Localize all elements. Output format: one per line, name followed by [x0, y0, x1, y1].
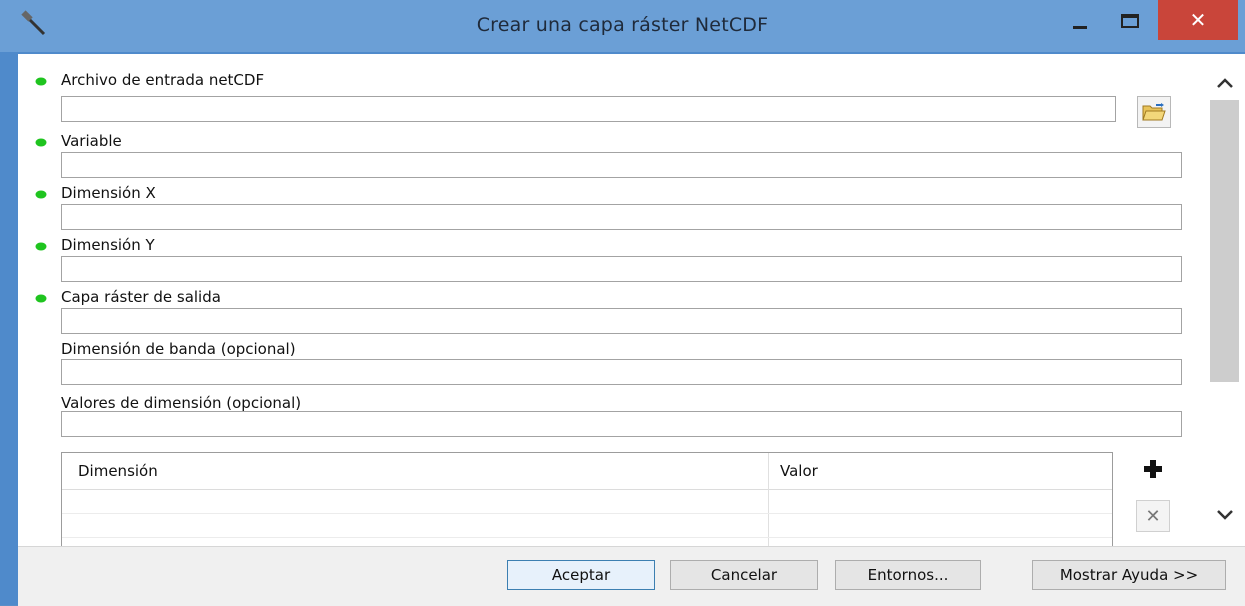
- table-row[interactable]: [62, 513, 1112, 514]
- close-icon: ✕: [1189, 8, 1207, 32]
- vertical-scrollbar[interactable]: [1203, 54, 1245, 546]
- dimension-values-field[interactable]: [61, 411, 1182, 437]
- scrollbar-thumb[interactable]: [1210, 100, 1239, 382]
- dialog-footer: Aceptar Cancelar Entornos... Mostrar Ayu…: [18, 546, 1245, 606]
- close-button[interactable]: ✕: [1158, 0, 1238, 40]
- show-help-button[interactable]: Mostrar Ayuda >>: [1032, 560, 1226, 590]
- dialog-client: Archivo de entrada netCDF Variable Dimen…: [18, 54, 1245, 606]
- green-dot-icon: [35, 190, 47, 199]
- dimension-x-field[interactable]: [61, 204, 1182, 230]
- band-dimension-field[interactable]: [61, 359, 1182, 385]
- ok-button[interactable]: Aceptar: [507, 560, 655, 590]
- green-dot-icon: [35, 138, 47, 147]
- green-dot-icon: [35, 77, 47, 86]
- label-dimension-x: Dimensión X: [61, 184, 156, 202]
- minimize-button[interactable]: [1058, 6, 1102, 40]
- label-band-dimension: Dimensión de banda (opcional): [61, 340, 296, 358]
- folder-open-icon: [1142, 103, 1166, 121]
- label-dimension-values: Valores de dimensión (opcional): [61, 394, 302, 412]
- variable-field[interactable]: [61, 152, 1182, 178]
- label-input-netcdf: Archivo de entrada netCDF: [61, 71, 265, 89]
- input-netcdf-field[interactable]: [61, 96, 1116, 122]
- x-icon: ✕: [1145, 505, 1161, 527]
- cancel-button[interactable]: Cancelar: [670, 560, 818, 590]
- remove-row-button[interactable]: ✕: [1136, 500, 1170, 532]
- parameters-panel: Archivo de entrada netCDF Variable Dimen…: [18, 54, 1203, 546]
- green-dot-icon: [35, 294, 47, 303]
- table-row[interactable]: [62, 537, 1112, 538]
- add-row-button[interactable]: [1136, 454, 1170, 484]
- environments-button[interactable]: Entornos...: [835, 560, 981, 590]
- green-dot-icon: [35, 242, 47, 251]
- plus-icon: [1144, 460, 1162, 478]
- dimension-y-field[interactable]: [61, 256, 1182, 282]
- table-header: Dimensión Valor: [62, 453, 1112, 490]
- dimension-values-table[interactable]: Dimensión Valor: [61, 452, 1113, 546]
- column-header-dimension: Dimensión: [78, 462, 158, 480]
- output-raster-field[interactable]: [61, 308, 1182, 334]
- column-divider: [768, 453, 769, 546]
- label-variable: Variable: [61, 132, 122, 150]
- browse-button[interactable]: [1137, 96, 1171, 128]
- dialog-window: Crear una capa ráster NetCDF ✕ Archivo d…: [0, 0, 1245, 606]
- column-header-value: Valor: [780, 462, 818, 480]
- label-dimension-y: Dimensión Y: [61, 236, 155, 254]
- chevron-up-icon[interactable]: [1215, 74, 1235, 92]
- title-bar[interactable]: Crear una capa ráster NetCDF ✕: [0, 0, 1245, 52]
- chevron-down-icon[interactable]: [1215, 506, 1235, 524]
- maximize-button[interactable]: [1106, 6, 1154, 40]
- label-output-raster: Capa ráster de salida: [61, 288, 221, 306]
